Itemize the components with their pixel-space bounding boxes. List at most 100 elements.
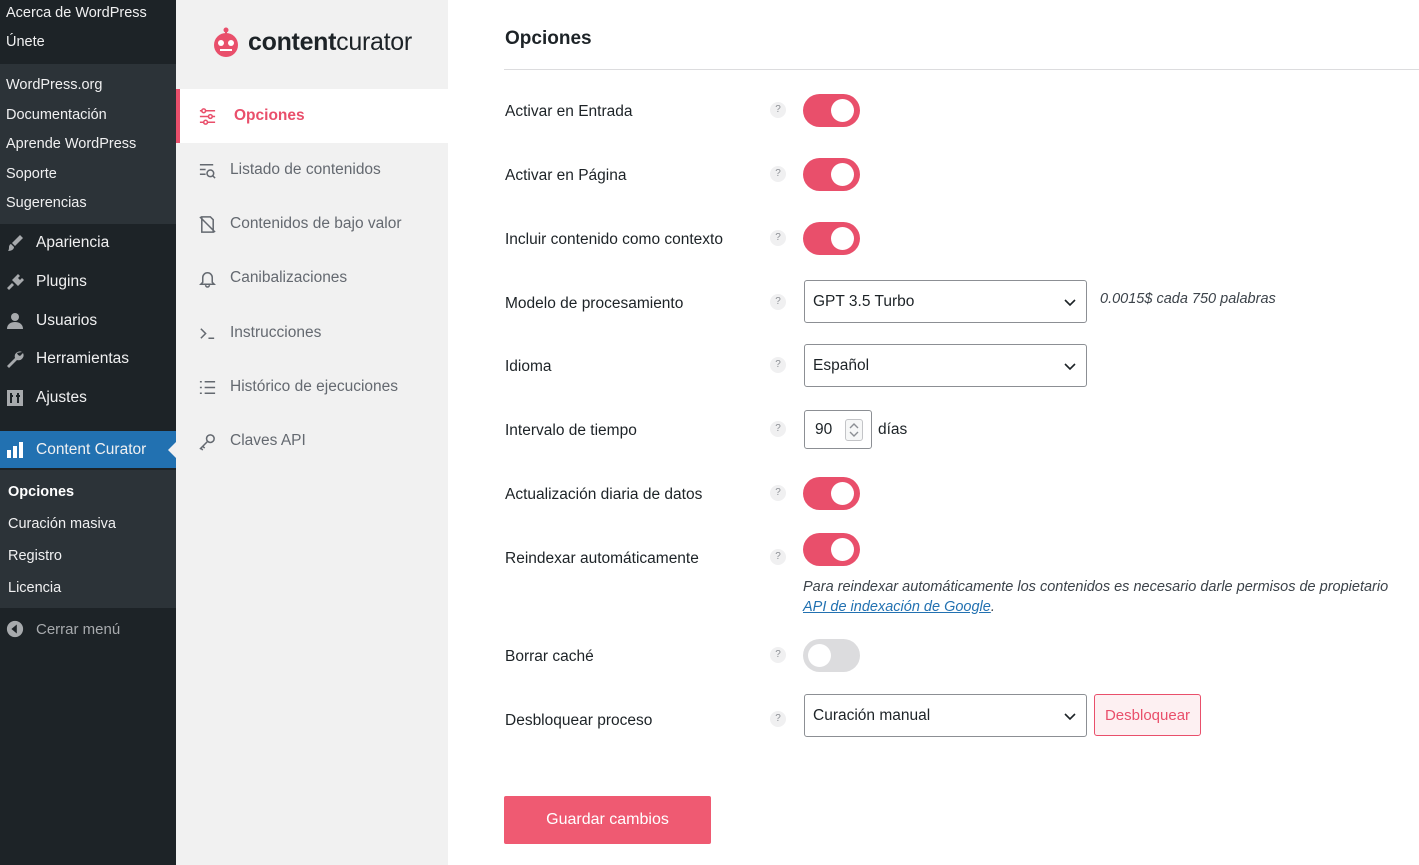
help-icon[interactable]: ? (770, 549, 786, 565)
model-select[interactable]: GPT 3.5 Turbo (804, 280, 1087, 323)
wp-menu-label: Ajustes (36, 389, 87, 406)
interval-number-input[interactable]: 90 (804, 410, 872, 449)
list-icon (176, 378, 230, 397)
toggle-activate-post[interactable] (803, 94, 860, 127)
wp-link-support[interactable]: Soporte (0, 160, 176, 190)
wp-menu-tools[interactable]: Herramientas (0, 342, 176, 376)
nav-label: Contenidos de bajo valor (230, 215, 402, 232)
nav-content-list[interactable]: Listado de contenidos (176, 143, 448, 197)
sliders-icon (180, 107, 234, 126)
wp-menu-settings[interactable]: Ajustes (0, 381, 176, 415)
wp-menu-label: Herramientas (36, 350, 130, 367)
help-icon[interactable]: ? (770, 421, 786, 437)
submenu-log[interactable]: Registro (0, 540, 176, 572)
wp-about-submenu: Acerca de WordPress Únete (0, 0, 176, 64)
user-icon (0, 311, 36, 331)
wp-link-join[interactable]: Únete (0, 28, 176, 56)
nav-label: Instrucciones (230, 324, 322, 341)
help-icon[interactable]: ? (770, 711, 786, 727)
nav-instructions[interactable]: Instrucciones (176, 306, 448, 360)
label-daily-update: Actualización diaria de datos (505, 486, 703, 503)
wp-link-documentation[interactable]: Documentación (0, 101, 176, 131)
toggle-knob (831, 482, 854, 505)
label-model: Modelo de procesamiento (505, 295, 684, 312)
wp-menu-label: Usuarios (36, 312, 98, 329)
model-cost-note: 0.0015$ cada 750 palabras (1100, 291, 1276, 307)
bar-chart-icon (0, 440, 36, 460)
label-activate-page: Activar en Página (505, 167, 627, 184)
collapse-menu-button[interactable]: Cerrar menú (0, 616, 176, 642)
wp-link-learn[interactable]: Aprende WordPress (0, 130, 176, 160)
help-icon[interactable]: ? (770, 647, 786, 663)
key-icon (176, 432, 230, 451)
toggle-knob (831, 99, 854, 122)
wp-link-feedback[interactable]: Sugerencias (0, 189, 176, 219)
terminal-icon (176, 324, 230, 343)
options-panel: Opciones Activar en Entrada ? Activar en… (448, 0, 1419, 865)
help-icon[interactable]: ? (770, 357, 786, 373)
label-activate-post: Activar en Entrada (505, 103, 633, 120)
wp-menu-label: Content Curator (36, 440, 147, 458)
unlock-button[interactable]: Desbloquear (1094, 694, 1201, 736)
paintbrush-icon (0, 233, 36, 253)
wp-menu-appearance[interactable]: Apariencia (0, 226, 176, 260)
wrench-icon (0, 349, 36, 369)
wp-admin-menu: Acerca de WordPress Únete WordPress.org … (0, 0, 176, 865)
help-icon[interactable]: ? (770, 102, 786, 118)
toggle-clear-cache[interactable] (803, 639, 860, 672)
toggle-auto-reindex[interactable] (803, 533, 860, 566)
wp-menu-plugins[interactable]: Plugins (0, 265, 176, 299)
wp-menu-label: Plugins (36, 273, 87, 290)
save-changes-button[interactable]: Guardar cambios (504, 796, 711, 844)
nav-cannibalizations[interactable]: Canibalizaciones (176, 251, 448, 305)
interval-unit: días (878, 421, 908, 438)
label-interval: Intervalo de tiempo (505, 422, 637, 439)
submenu-license[interactable]: Licencia (0, 572, 176, 604)
list-search-icon (176, 161, 230, 180)
title-divider (504, 69, 1419, 70)
nav-label: Canibalizaciones (230, 269, 348, 286)
language-select[interactable]: Español (804, 344, 1087, 387)
help-icon[interactable]: ? (770, 230, 786, 246)
wp-link-about[interactable]: Acerca de WordPress (0, 0, 176, 28)
language-select-value: Español (813, 356, 870, 374)
number-stepper[interactable] (845, 419, 863, 441)
toggle-knob (831, 227, 854, 250)
toggle-knob (808, 644, 831, 667)
plug-icon (0, 272, 36, 292)
reindex-note-text: Para reindexar automáticamente los conte… (803, 579, 1389, 595)
wp-resources-submenu: WordPress.org Documentación Aprende Word… (0, 64, 176, 224)
label-auto-reindex: Reindexar automáticamente (505, 550, 699, 567)
submenu-bulk-curation[interactable]: Curación masiva (0, 508, 176, 540)
nav-execution-history[interactable]: Histórico de ejecuciones (176, 360, 448, 414)
interval-value: 90 (815, 420, 833, 438)
chevron-down-icon (1064, 363, 1076, 371)
toggle-activate-page[interactable] (803, 158, 860, 191)
reindex-note: Para reindexar automáticamente los conte… (803, 579, 1389, 615)
label-clear-cache: Borrar caché (505, 648, 594, 665)
plugin-navigation: contentcurator Opciones Listado de conte… (176, 0, 448, 865)
collapse-menu-label: Cerrar menú (36, 620, 121, 638)
content-curator-logo: contentcurator (210, 24, 412, 60)
bell-icon (176, 269, 230, 288)
help-icon[interactable]: ? (770, 485, 786, 501)
wp-menu-users[interactable]: Usuarios (0, 304, 176, 338)
nav-options[interactable]: Opciones (176, 89, 448, 143)
wp-link-wordpress-org[interactable]: WordPress.org (0, 71, 176, 101)
google-indexing-api-link[interactable]: API de indexación de Google (803, 599, 991, 615)
toggle-daily-update[interactable] (803, 477, 860, 510)
submenu-options[interactable]: Opciones (0, 476, 176, 508)
help-icon[interactable]: ? (770, 166, 786, 182)
model-select-value: GPT 3.5 Turbo (813, 292, 915, 310)
collapse-arrow-icon (0, 620, 36, 638)
nav-label: Claves API (230, 432, 306, 449)
help-icon[interactable]: ? (770, 294, 786, 310)
toggle-knob (831, 538, 854, 561)
page-title: Opciones (505, 28, 592, 49)
nav-low-value[interactable]: Contenidos de bajo valor (176, 197, 448, 251)
unlock-process-select[interactable]: Curación manual (804, 694, 1087, 737)
nav-api-keys[interactable]: Claves API (176, 414, 448, 468)
file-off-icon (176, 215, 230, 234)
toggle-include-context[interactable] (803, 222, 860, 255)
wp-menu-content-curator[interactable]: Content Curator (0, 431, 176, 468)
